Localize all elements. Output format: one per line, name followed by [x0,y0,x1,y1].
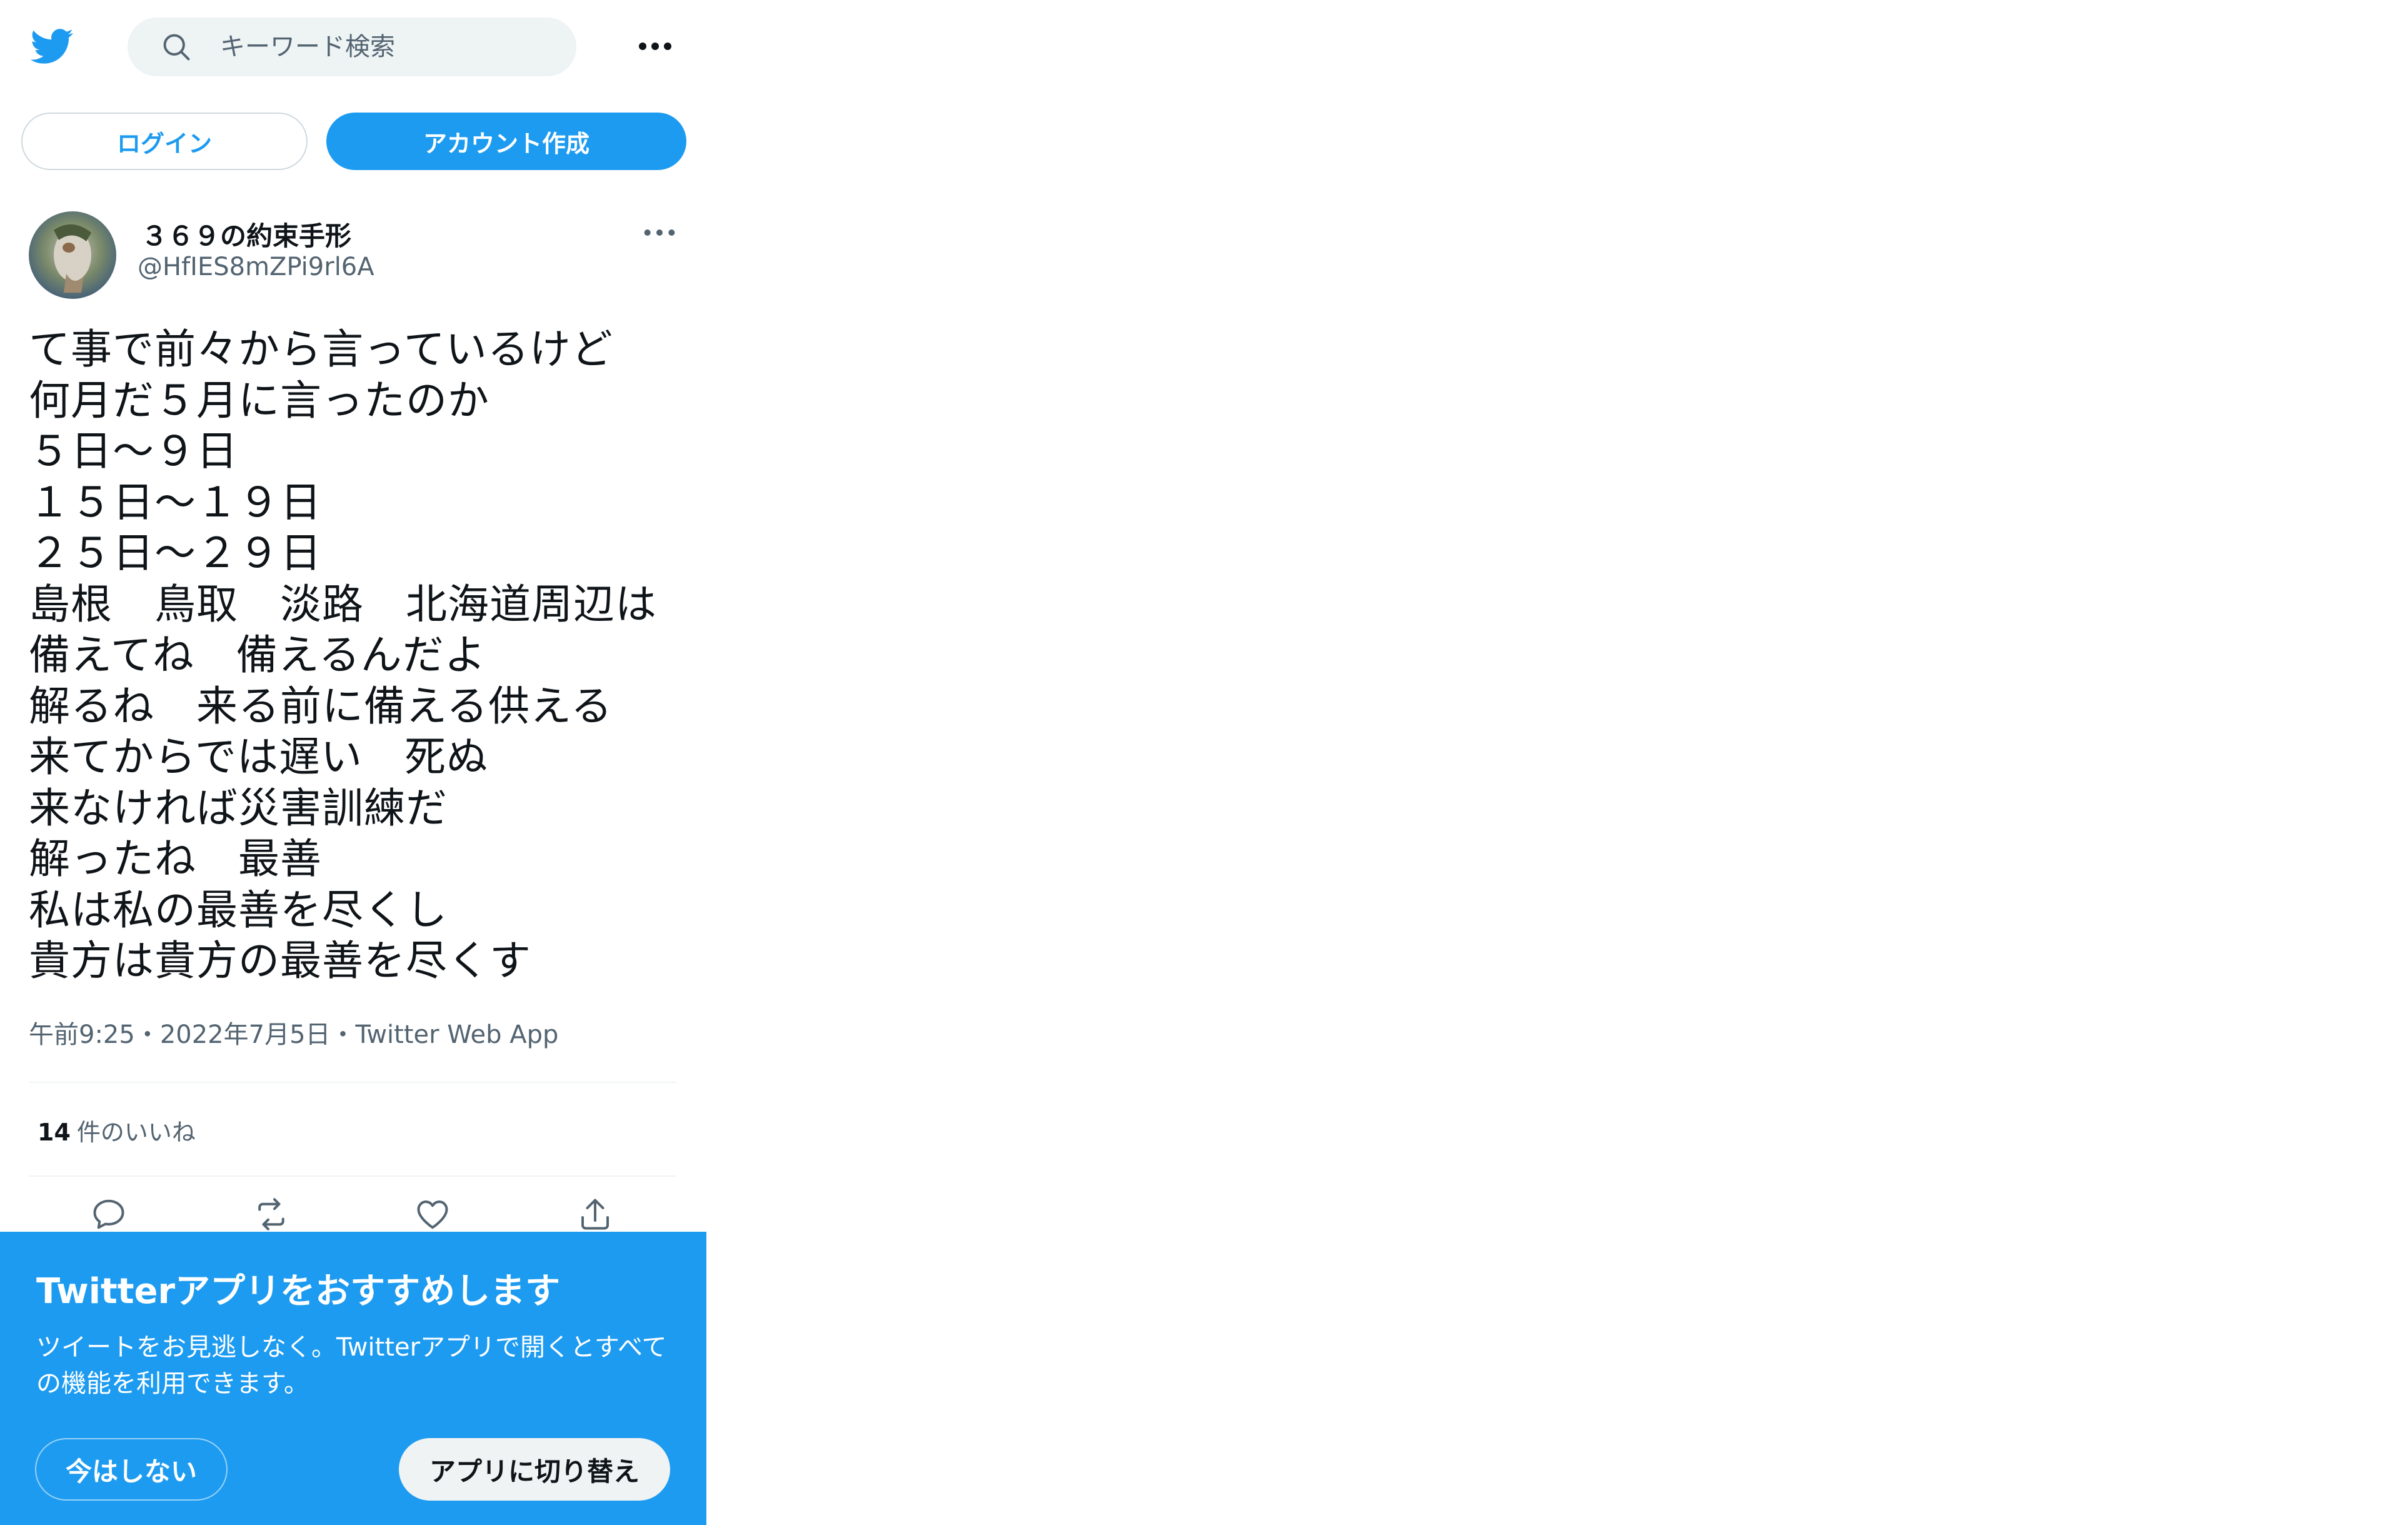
meta-separator: ・ [330,1020,356,1049]
tweet-line: 貴方は貴方の最善を尽くす [29,937,531,985]
switch-to-app-button[interactable]: アプリに切り替え [399,1438,670,1501]
tweet-line: ５日～９日 [29,427,238,475]
tweet-line: て事で前々から言っているけど [29,325,613,373]
tweet-line: 島根 鳥取 淡路 北海道周辺は [29,580,657,628]
tweet-more-icon[interactable] [641,220,678,245]
tweet-line: 何月だ５月に言ったのか [29,376,489,425]
tweet-source[interactable]: Twitter Web App [356,1020,559,1049]
tweet-text: て事で前々から言っているけど 何月だ５月に言ったのか ５日～９日 １５日～１９日… [29,324,691,987]
login-button[interactable]: ログイン [21,113,308,170]
tweet-line: 備えてね 備えるんだよ [29,631,486,679]
likes-count[interactable]: 14 件のいいね [38,1113,196,1147]
tweet-time[interactable]: 午前9:25 [29,1020,135,1049]
more-options-icon[interactable] [636,29,674,64]
share-icon[interactable] [576,1195,614,1233]
tweet-line: ２５日～２９日 [29,529,322,577]
tweet-line: １５日～１９日 [29,478,322,526]
like-count-label: 件のいいね [76,1119,196,1146]
top-bar [0,0,706,94]
promo-title: Twitterアプリをおすすめします [36,1271,561,1312]
tweet-meta: 午前9:25・2022年7月5日・Twitter Web App [29,1014,558,1050]
avatar-image [29,211,116,299]
avatar[interactable] [29,211,116,299]
like-icon[interactable] [414,1195,451,1233]
reply-icon[interactable] [90,1195,128,1233]
retweet-icon[interactable] [253,1195,290,1233]
search-icon [163,34,190,61]
tweet-line: 解ったね 最善 [29,835,322,883]
tweet-line: 解るね 来る前に備える供える [29,682,613,730]
user-handle[interactable]: @HfIES8mZPi9rl6A [138,253,374,281]
search-input[interactable] [219,32,534,62]
promo-body: ツイートをお見逃しなく。Twitterアプリで開くとすべての機能を利用できます。 [36,1333,667,1398]
display-name[interactable]: ３６９の約束手形 [141,215,351,253]
meta-separator: ・ [134,1020,160,1049]
signup-button[interactable]: アカウント作成 [326,113,686,170]
page: ログイン アカウント作成 ３６９の約束手形 @HfIES8mZPi9 [0,0,2408,1525]
tweet-line: 来なければ災害訓練だ [29,783,448,832]
tweet-date[interactable]: 2022年7月5日 [160,1020,331,1049]
search-bar[interactable] [128,18,576,76]
tweet-line: 来てからでは遅い 死ぬ [29,733,489,781]
twitter-bird-icon[interactable] [29,24,74,69]
divider [29,1175,676,1177]
tweet-actions [29,1188,676,1232]
tweet-column: ログイン アカウント作成 ３６９の約束手形 @HfIES8mZPi9 [0,0,706,1525]
tweet-line: 私は私の最善を尽くし [29,885,448,934]
divider [29,1082,676,1083]
not-now-button[interactable]: 今はしない [35,1438,228,1501]
like-count-value: 14 [38,1119,71,1146]
